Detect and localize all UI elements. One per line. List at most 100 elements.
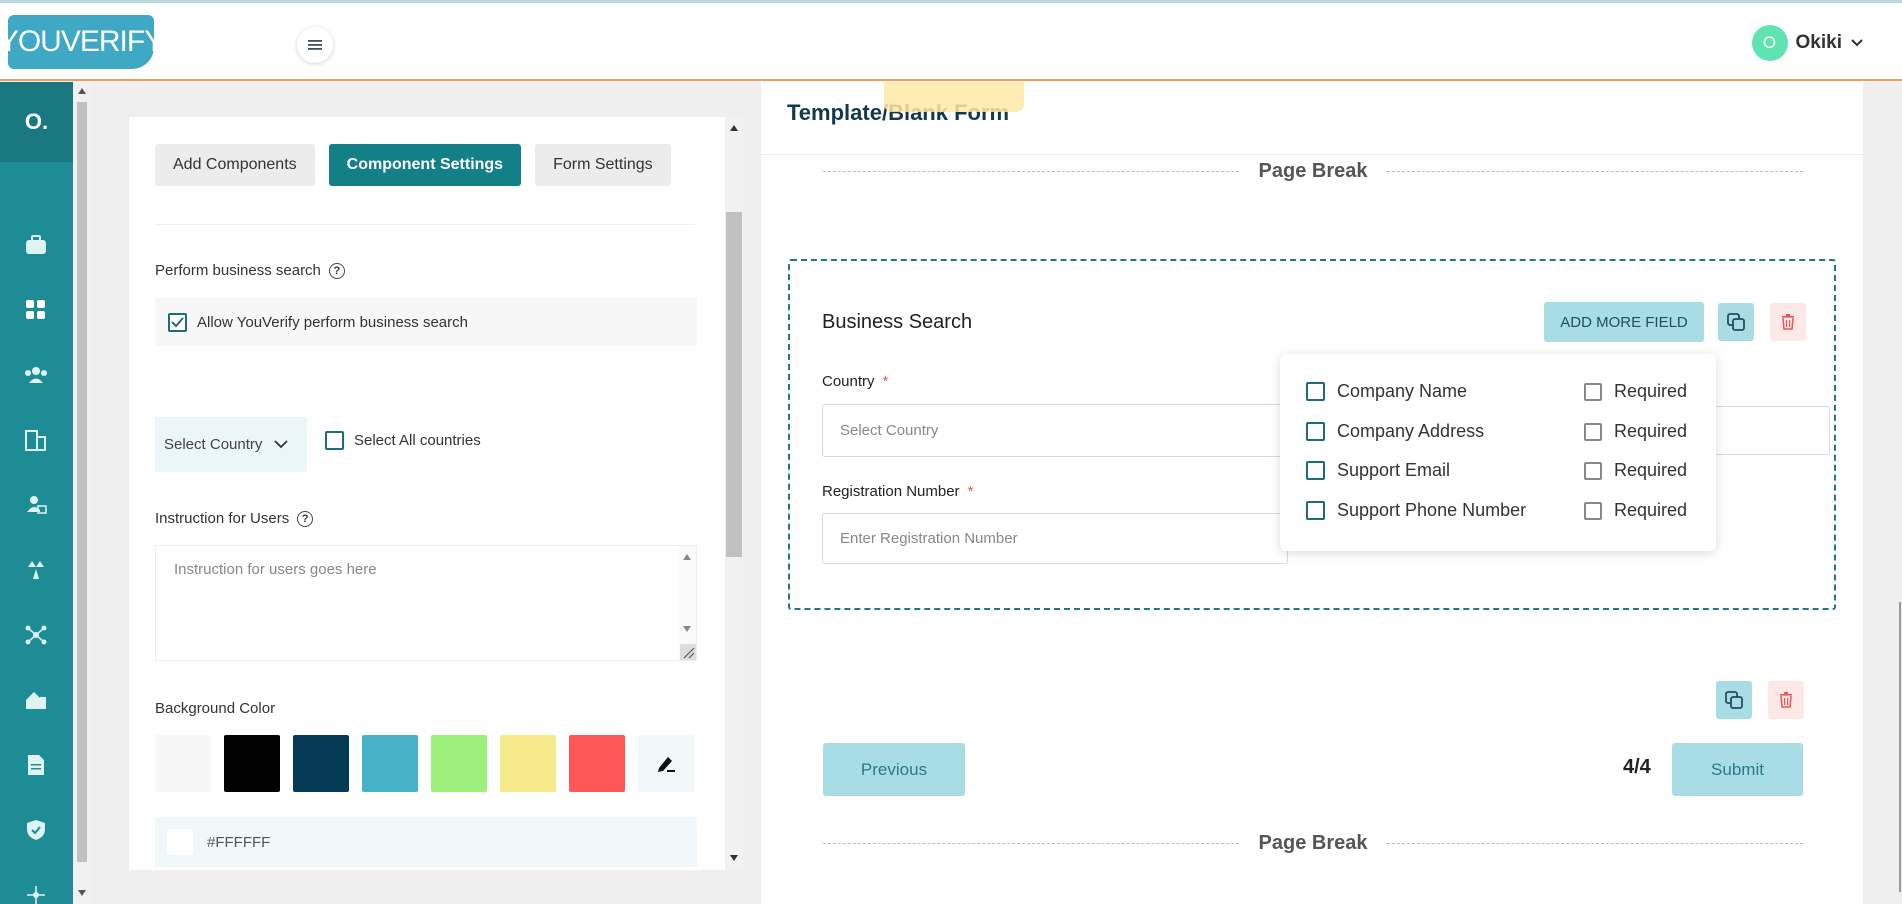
- delete-button[interactable]: [1770, 303, 1806, 341]
- scroll-up-icon[interactable]: [683, 554, 691, 560]
- required-option[interactable]: Required: [1584, 421, 1687, 442]
- copy-icon: [1727, 313, 1745, 331]
- tab-add-components[interactable]: Add Components: [155, 144, 315, 186]
- required-checkbox[interactable]: [1584, 461, 1602, 480]
- previous-button[interactable]: Previous: [823, 743, 965, 796]
- color-swatch[interactable]: [293, 735, 349, 792]
- canvas-scrollbar[interactable]: [1863, 82, 1902, 904]
- pen-icon: [658, 756, 675, 772]
- resize-handle-icon[interactable]: [680, 644, 696, 660]
- panel-scrollbar[interactable]: [725, 117, 743, 870]
- field-option-support-email[interactable]: Support Email: [1306, 460, 1450, 481]
- help-icon[interactable]: ?: [328, 262, 345, 279]
- duplicate-button[interactable]: [1716, 681, 1752, 719]
- person-card-icon[interactable]: [23, 492, 49, 518]
- scroll-down-icon[interactable]: [730, 855, 738, 861]
- field-checkbox[interactable]: [1306, 382, 1325, 401]
- hex-color-input[interactable]: #FFFFFF: [155, 817, 697, 867]
- copy-icon: [1725, 691, 1743, 709]
- select-all-label: Select All countries: [354, 432, 481, 449]
- required-checkbox[interactable]: [1584, 501, 1602, 520]
- panel-tabs: Add Components Component Settings Form S…: [155, 144, 671, 186]
- document-icon[interactable]: [23, 752, 49, 778]
- sidebar-org-badge[interactable]: O.: [0, 82, 73, 162]
- hub-icon[interactable]: [23, 882, 49, 904]
- required-option[interactable]: Required: [1584, 460, 1687, 481]
- menu-toggle-button[interactable]: [297, 27, 333, 63]
- hamburger-icon: [308, 40, 322, 50]
- youverify-logo[interactable]: YOUVERIFY: [0, 15, 164, 69]
- tab-component-settings[interactable]: Component Settings: [328, 144, 522, 186]
- chevron-down-icon: [274, 440, 289, 449]
- scroll-up-icon[interactable]: [78, 88, 86, 94]
- required-label: Required: [1614, 500, 1688, 520]
- scrollbar-track: [1899, 602, 1901, 892]
- field-checkbox[interactable]: [1306, 422, 1325, 441]
- allow-business-search-row[interactable]: Allow YouVerify perform business search: [155, 298, 697, 346]
- textarea-scrollbar[interactable]: [678, 546, 696, 660]
- instruction-label: Instruction for Users ?: [155, 510, 314, 527]
- section-title: Business Search: [822, 311, 973, 333]
- required-label: Required: [1614, 381, 1688, 401]
- registration-number-input[interactable]: Enter Registration Number: [822, 513, 1288, 564]
- field-checkbox[interactable]: [1306, 461, 1325, 480]
- shield-icon[interactable]: [23, 817, 49, 843]
- registration-label: Registration Number *: [822, 483, 974, 500]
- color-swatch[interactable]: [155, 735, 211, 792]
- scroll-up-icon[interactable]: [730, 125, 738, 131]
- color-swatch[interactable]: [362, 735, 418, 792]
- required-label: Required: [1614, 421, 1688, 441]
- scroll-down-icon[interactable]: [683, 626, 691, 632]
- home-office-icon[interactable]: [23, 687, 49, 713]
- required-checkbox[interactable]: [1584, 382, 1602, 401]
- registration-placeholder: Enter Registration Number: [840, 530, 1018, 547]
- color-swatches: [155, 735, 694, 792]
- instruction-textarea[interactable]: Instruction for users goes here: [155, 545, 697, 661]
- briefcase-icon[interactable]: [23, 232, 49, 258]
- add-more-field-button[interactable]: ADD MORE FIELD: [1544, 302, 1704, 342]
- balance-icon[interactable]: [23, 557, 49, 583]
- field-option-support-phone[interactable]: Support Phone Number: [1306, 500, 1526, 521]
- country-select[interactable]: Select Country: [822, 404, 1288, 457]
- submit-button[interactable]: Submit: [1672, 743, 1803, 796]
- scrollbar-thumb[interactable]: [726, 212, 742, 557]
- scrollbar-thumb[interactable]: [77, 102, 87, 862]
- user-name: Okiki: [1795, 32, 1842, 53]
- select-country-dropdown[interactable]: Select Country: [155, 417, 307, 472]
- field-option-company-address[interactable]: Company Address: [1306, 421, 1484, 442]
- select-country-label: Select Country: [164, 436, 263, 453]
- top-bar: YOUVERIFY O Okiki: [0, 0, 1902, 81]
- color-swatch[interactable]: [569, 735, 625, 792]
- instruction-placeholder: Instruction for users goes here: [174, 561, 377, 578]
- registration-label-text: Registration Number: [822, 483, 960, 500]
- delete-button[interactable]: [1768, 681, 1804, 719]
- page-break-label: Page Break: [1258, 160, 1368, 182]
- color-swatch[interactable]: [500, 735, 556, 792]
- help-icon[interactable]: ?: [297, 510, 314, 527]
- duplicate-button[interactable]: [1718, 303, 1754, 341]
- required-option[interactable]: Required: [1584, 500, 1687, 521]
- color-swatch[interactable]: [431, 735, 487, 792]
- custom-color-button[interactable]: [638, 735, 694, 792]
- business-search-section[interactable]: Business Search ADD MORE FIELD Country * …: [788, 259, 1836, 610]
- business-search-label-text: Perform business search: [155, 262, 321, 279]
- field-option-company-name[interactable]: Company Name: [1306, 381, 1467, 402]
- required-option[interactable]: Required: [1584, 381, 1687, 402]
- select-all-checkbox[interactable]: [325, 431, 344, 450]
- user-menu[interactable]: O Okiki: [1751, 25, 1864, 61]
- network-icon[interactable]: [23, 622, 49, 648]
- allow-business-search-checkbox[interactable]: [168, 312, 187, 332]
- users-icon[interactable]: [23, 362, 49, 388]
- sidebar-scrollbar[interactable]: [73, 82, 91, 904]
- select-all-countries[interactable]: Select All countries: [325, 431, 481, 450]
- business-search-label: Perform business search ?: [155, 262, 345, 279]
- buildings-icon[interactable]: [23, 427, 49, 453]
- country-label-text: Country: [822, 373, 875, 390]
- dashboard-icon[interactable]: [23, 297, 49, 323]
- tab-form-settings[interactable]: Form Settings: [535, 144, 671, 186]
- scroll-down-icon[interactable]: [78, 890, 86, 896]
- field-checkbox[interactable]: [1306, 501, 1325, 520]
- color-swatch[interactable]: [224, 735, 280, 792]
- required-checkbox[interactable]: [1584, 422, 1602, 441]
- avatar: O: [1751, 25, 1788, 61]
